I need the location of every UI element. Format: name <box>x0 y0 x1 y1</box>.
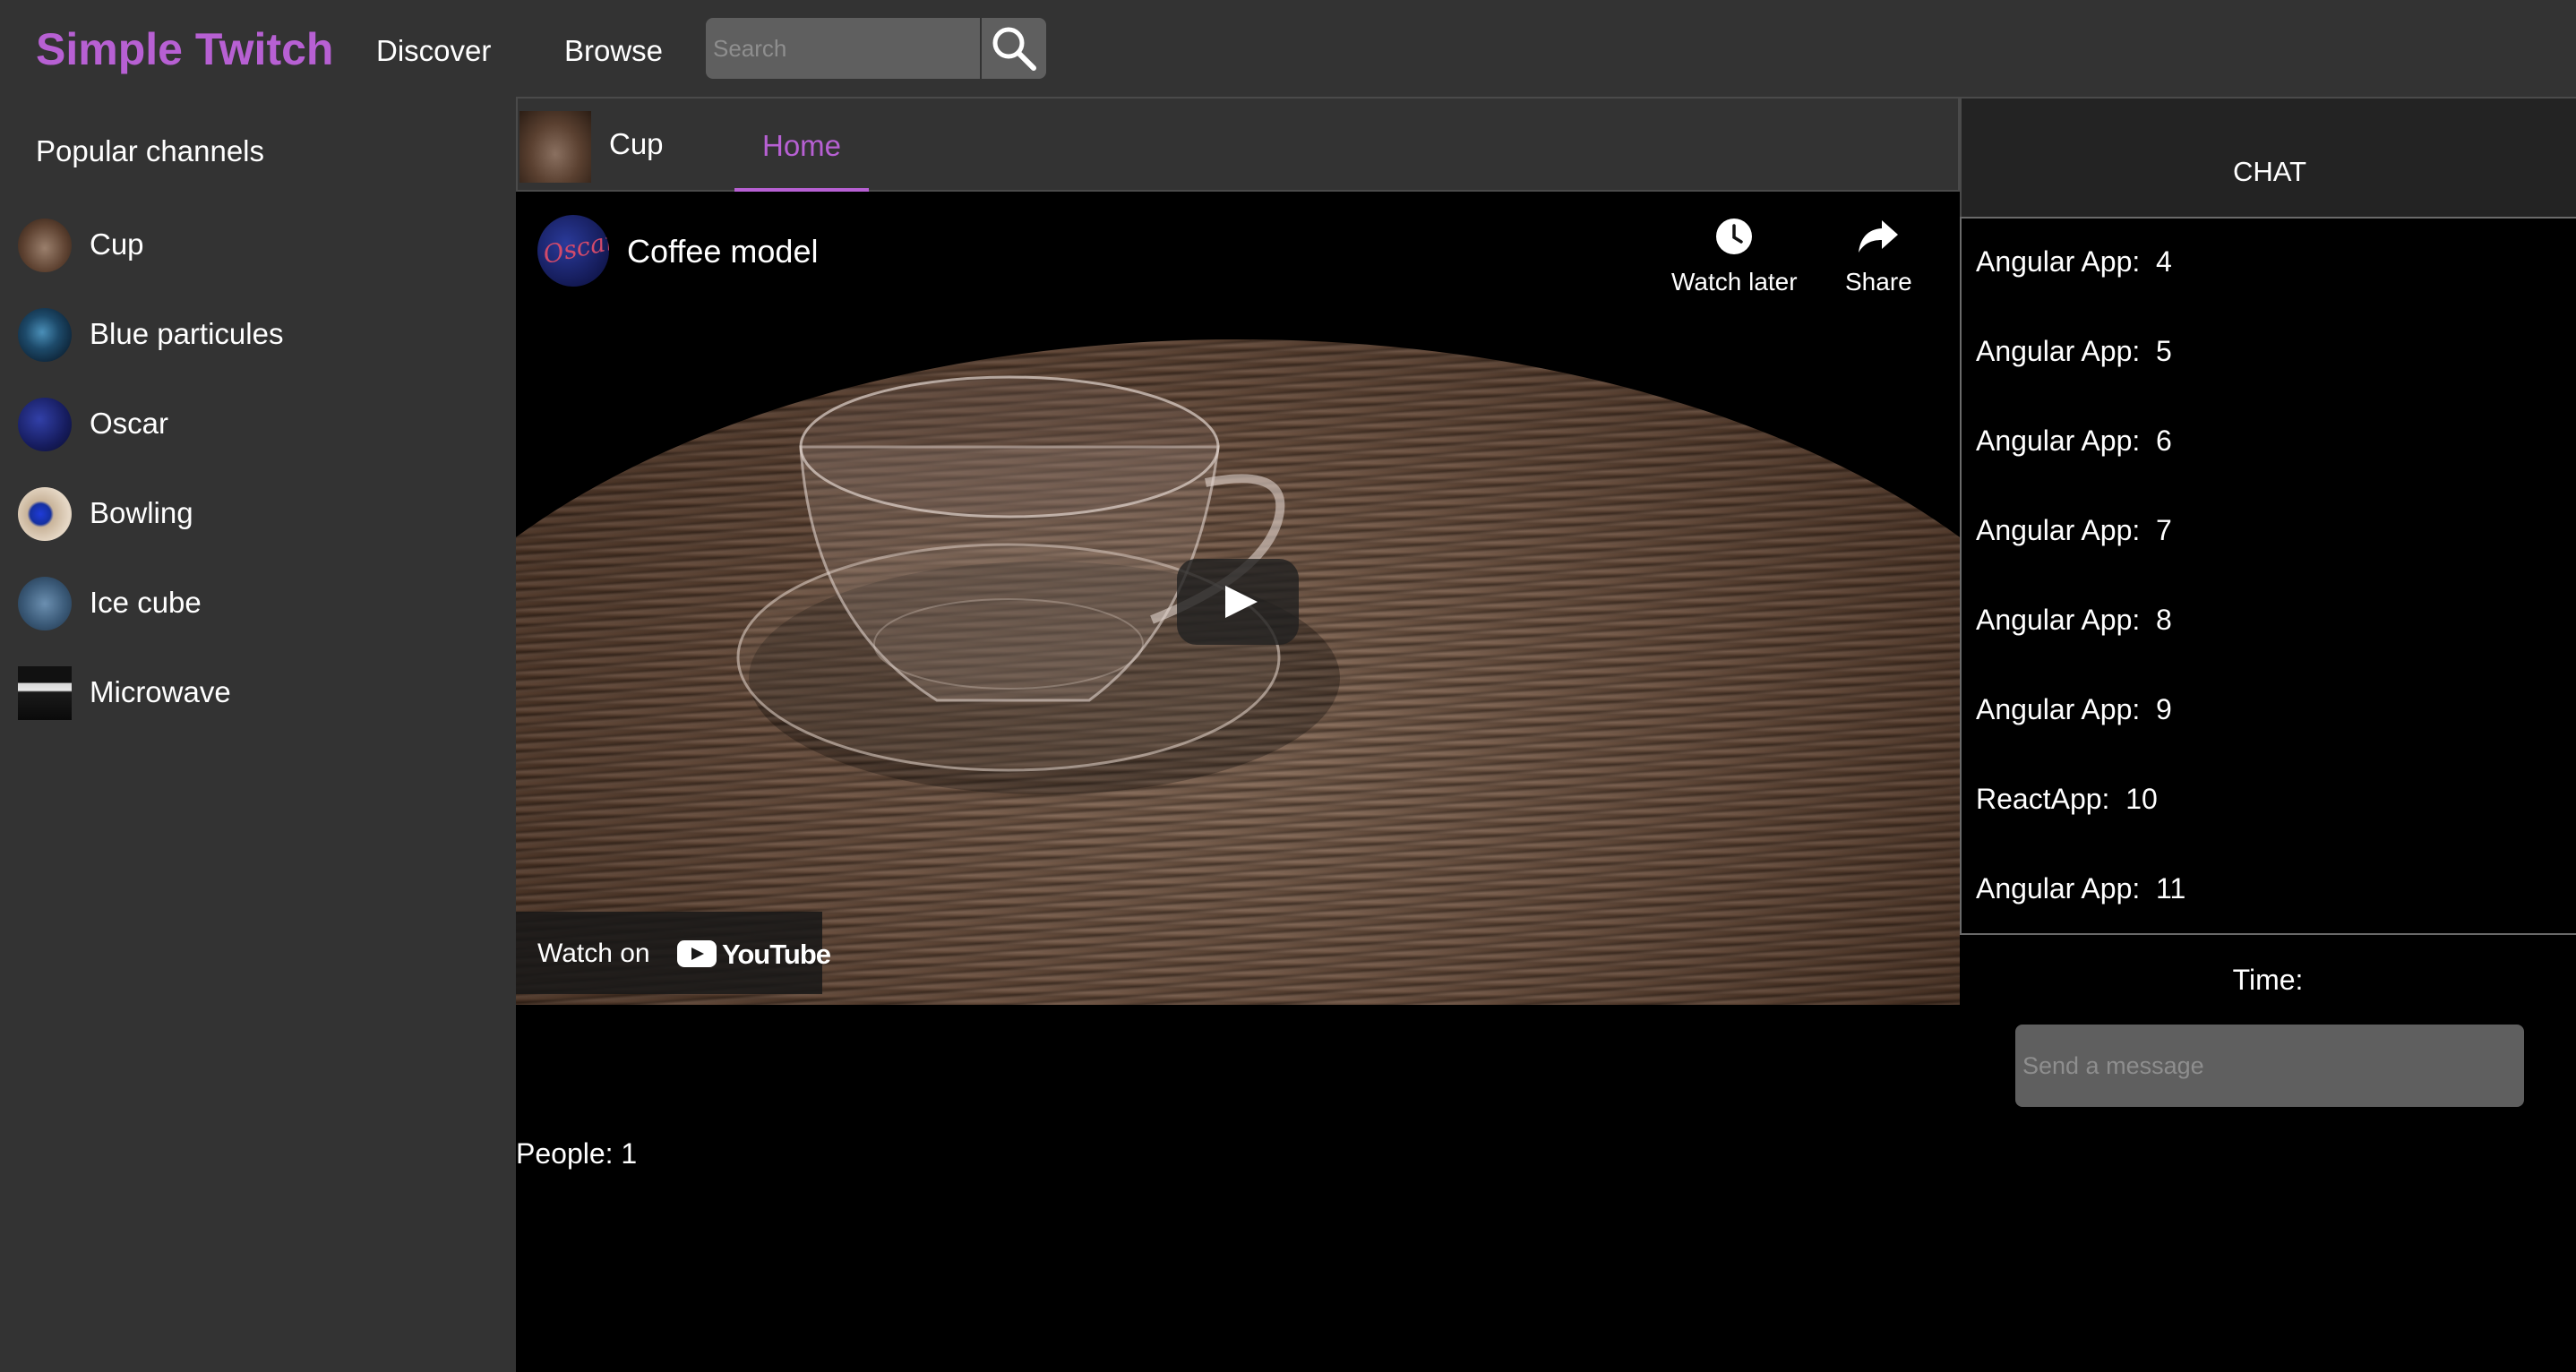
sidebar-item-label: Cup <box>90 227 144 261</box>
blue-particules-avatar <box>18 308 72 362</box>
sidebar-item-bowling[interactable]: Bowling <box>0 478 516 550</box>
sidebar-item-label: Ice cube <box>90 586 202 619</box>
chat-message: Angular App: 7 <box>1976 514 2172 546</box>
video-player[interactable]: Oscar Coffee model Watch later Share Wat… <box>516 192 1960 1005</box>
chat-message-list[interactable]: Angular App: 4 Angular App: 5 Angular Ap… <box>1960 217 2576 935</box>
share-label: Share <box>1845 268 1912 296</box>
brand-logo[interactable]: Simple Twitch <box>36 23 333 75</box>
sidebar-item-label: Blue particules <box>90 317 284 350</box>
chat-message: Angular App: 8 <box>1976 604 2172 636</box>
microwave-avatar <box>18 666 72 720</box>
sidebar-item-label: Bowling <box>90 496 193 529</box>
sidebar: Popular channels Cup Blue particules Osc… <box>0 97 516 1372</box>
bowling-avatar <box>18 487 72 541</box>
time-label: Time: <box>2232 964 2304 996</box>
cup-avatar <box>18 219 72 272</box>
sidebar-item-label: Oscar <box>90 407 169 440</box>
chat-message: Angular App: 6 <box>1976 424 2172 457</box>
search-button[interactable] <box>982 18 1046 79</box>
sidebar-item-cup[interactable]: Cup <box>0 210 516 281</box>
tab-home[interactable]: Home <box>734 99 869 192</box>
watch-later-label: Watch later <box>1671 268 1798 296</box>
play-icon <box>1225 586 1258 618</box>
share-button[interactable]: Share <box>1845 217 1912 296</box>
share-icon <box>1859 220 1899 253</box>
clock-icon <box>1716 219 1753 254</box>
top-navbar: Simple Twitch Discover Browse <box>0 0 2576 97</box>
sidebar-item-microwave[interactable]: Microwave <box>0 657 516 729</box>
watch-on-label: Watch on <box>537 939 650 968</box>
nav-browse-link[interactable]: Browse <box>564 34 663 68</box>
avatar-text: Oscar <box>540 225 609 270</box>
sidebar-item-oscar[interactable]: Oscar <box>0 389 516 460</box>
nav-discover-link[interactable]: Discover <box>376 34 491 68</box>
chat-header: CHAT <box>1960 97 2576 217</box>
popular-channels-heading: Popular channels <box>36 134 265 167</box>
sidebar-item-label: Microwave <box>90 675 231 708</box>
sidebar-item-ice-cube[interactable]: Ice cube <box>0 568 516 639</box>
youtube-wordmark: YouTube <box>722 939 831 970</box>
search-icon <box>992 27 1036 71</box>
watch-on-youtube-button[interactable]: Watch on YouTube <box>516 912 831 994</box>
chat-message: Angular App: 9 <box>1976 693 2172 725</box>
sidebar-item-blue-particules[interactable]: Blue particules <box>0 299 516 371</box>
channel-tab-bar: Cup Home <box>516 97 1960 192</box>
chat-message: Angular App: 5 <box>1976 335 2172 367</box>
video-title[interactable]: Coffee model <box>627 233 818 270</box>
channel-thumbnail <box>519 111 591 183</box>
play-button[interactable] <box>1177 559 1299 645</box>
ice-cube-avatar <box>18 577 72 630</box>
chat-title: CHAT <box>2232 156 2307 187</box>
chat-message: Angular App: 11 <box>1976 872 2186 905</box>
people-count: People: 1 <box>516 1137 638 1170</box>
send-message-input[interactable] <box>2015 1025 2524 1107</box>
oscar-avatar <box>18 398 72 451</box>
video-channel-avatar[interactable]: Oscar <box>537 215 609 287</box>
channel-name[interactable]: Cup <box>609 127 664 161</box>
search-input[interactable] <box>706 18 980 79</box>
chat-message: ReactApp: 10 <box>1976 783 2158 815</box>
tab-home-label: Home <box>761 129 842 162</box>
watch-later-button[interactable]: Watch later <box>1671 217 1798 296</box>
chat-message: Angular App: 4 <box>1976 245 2172 278</box>
